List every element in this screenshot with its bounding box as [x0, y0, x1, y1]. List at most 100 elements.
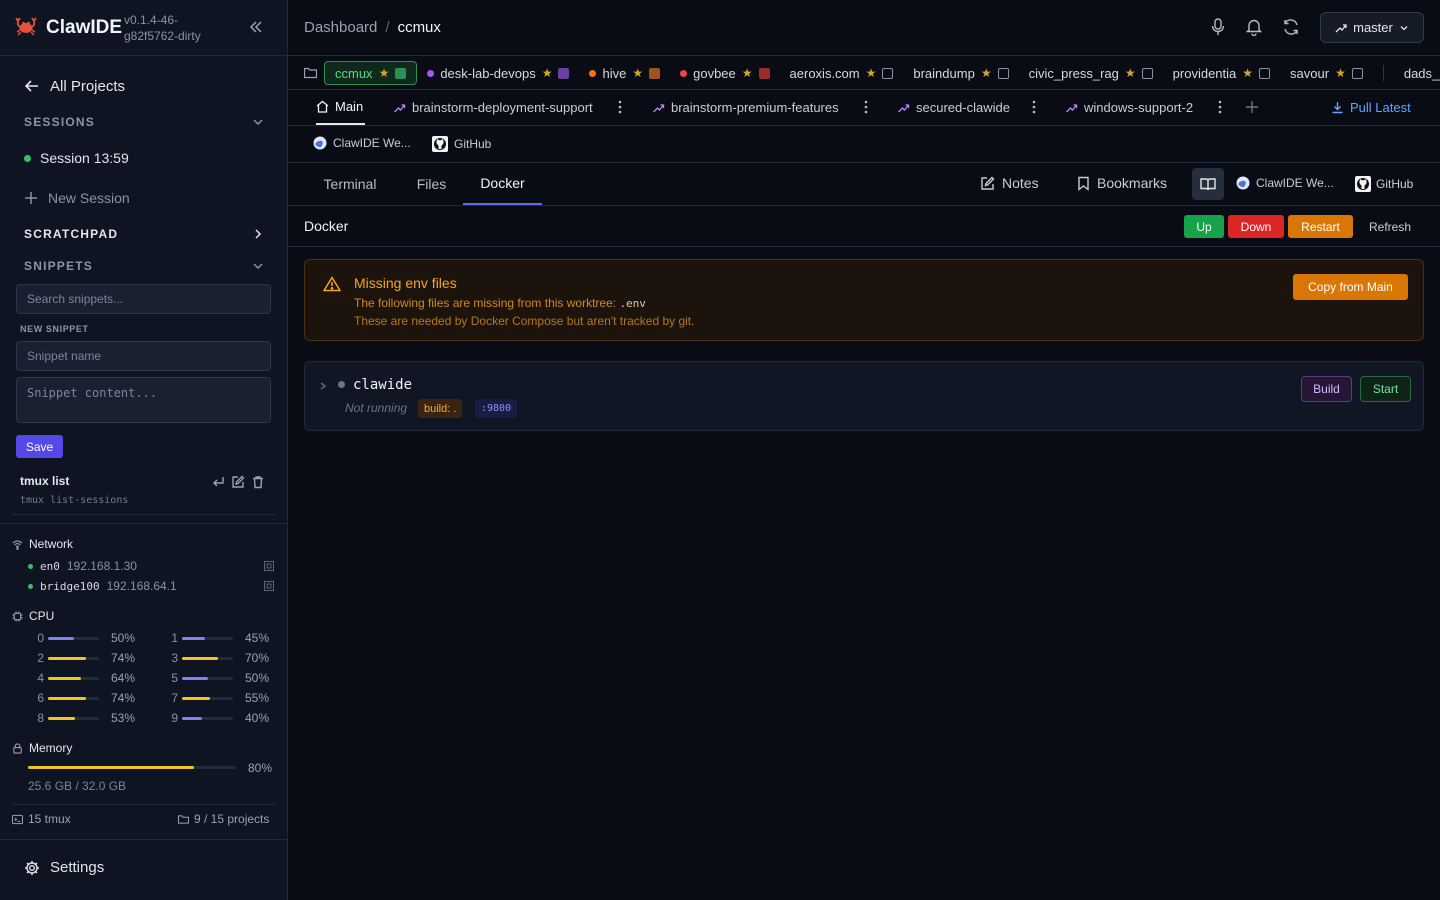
project-tab[interactable]: govbee ★	[670, 61, 779, 85]
service-start-button[interactable]: Start	[1360, 376, 1411, 402]
project-color-swatch[interactable]	[997, 67, 1009, 79]
app-version: v0.1.4-46-g82f5762-dirty	[124, 13, 201, 43]
refresh-icon[interactable]	[1282, 18, 1300, 36]
snippets-section-toggle[interactable]: SNIPPETS	[0, 254, 288, 278]
breadcrumb-separator: /	[385, 19, 390, 36]
cpu-core-bar	[48, 637, 99, 640]
sessions-section-toggle[interactable]: SESSIONS	[0, 110, 288, 134]
copy-from-main-button[interactable]: Copy from Main	[1293, 274, 1408, 300]
kebab-menu-icon[interactable]	[618, 100, 622, 114]
project-color-swatch[interactable]	[649, 67, 661, 79]
tab-branch[interactable]: brainstorm-deployment-support	[393, 90, 593, 125]
kebab-menu-icon[interactable]	[1032, 100, 1036, 114]
project-tab[interactable]: savour ★	[1280, 61, 1373, 85]
microphone-icon[interactable]	[1210, 18, 1226, 36]
tab-branch-main[interactable]: Main	[316, 90, 365, 125]
tab-branch[interactable]: secured-clawide	[897, 90, 1010, 125]
project-color-swatch[interactable]	[1141, 67, 1153, 79]
breadcrumb-dashboard[interactable]: Dashboard	[304, 19, 377, 36]
cpu-core-index: 8	[37, 711, 44, 725]
tab-files[interactable]: Files	[396, 163, 467, 205]
star-icon[interactable]: ★	[981, 66, 992, 80]
kebab-menu-icon[interactable]	[864, 100, 868, 114]
tab-terminal[interactable]: Terminal	[304, 163, 396, 205]
view-clawide-web[interactable]: ClawIDE We...	[1236, 176, 1334, 190]
view-github[interactable]: GitHub	[1355, 176, 1413, 192]
pull-latest-button[interactable]: Pull Latest	[1331, 100, 1411, 115]
notes-button[interactable]: Notes	[980, 175, 1039, 191]
star-icon[interactable]: ★	[1125, 66, 1136, 80]
service-build-button[interactable]: Build	[1301, 376, 1352, 402]
kebab-menu-icon[interactable]	[1218, 100, 1222, 114]
trash-icon[interactable]	[251, 475, 265, 489]
qr-code-icon[interactable]	[264, 561, 274, 571]
collapse-sidebar-icon[interactable]	[248, 19, 264, 35]
project-tab[interactable]: desk-lab-devops ★	[417, 61, 579, 85]
star-icon[interactable]: ★	[742, 66, 753, 80]
star-icon[interactable]: ★	[866, 66, 877, 80]
snippet-name-input[interactable]	[16, 341, 271, 371]
bookmarks-button[interactable]: Bookmarks	[1077, 175, 1167, 191]
new-session-label: New Session	[48, 190, 130, 206]
project-tab[interactable]: providentia ★	[1163, 61, 1280, 85]
cpu-core-bar	[48, 657, 99, 660]
cpu-core: 8 53%	[34, 711, 142, 725]
star-icon[interactable]: ★	[1335, 66, 1346, 80]
warning-message-text: The following files are missing from thi…	[354, 296, 617, 310]
project-tab[interactable]: civic_press_rag ★	[1019, 61, 1163, 85]
chevron-right-icon	[252, 228, 264, 240]
tab-branch[interactable]: brainstorm-premium-features	[652, 90, 839, 125]
chevron-right-icon[interactable]	[319, 381, 327, 391]
open-book-toggle[interactable]	[1192, 168, 1224, 200]
session-item[interactable]: Session 13:59	[0, 146, 288, 170]
warning-message: The following files are missing from thi…	[354, 296, 646, 310]
add-branch-icon[interactable]	[1245, 100, 1259, 114]
service-status-dot	[338, 381, 345, 388]
star-icon[interactable]: ★	[542, 66, 553, 80]
star-icon[interactable]: ★	[632, 66, 643, 80]
view-tabs: Terminal Files Docker Notes Bookmarks Cl…	[288, 163, 1440, 206]
memory-bar-fill	[28, 766, 195, 769]
compose-restart-button[interactable]: Restart	[1288, 215, 1353, 238]
cpu-core: 6 74%	[34, 691, 142, 705]
project-tab[interactable]: aeroxis.com ★	[780, 61, 904, 85]
bookmark-github[interactable]: GitHub	[432, 136, 491, 152]
project-color-swatch[interactable]	[558, 67, 570, 79]
star-icon[interactable]: ★	[379, 66, 390, 80]
scratchpad-section-toggle[interactable]: SCRATCHPAD	[0, 222, 288, 246]
snippet-content-input[interactable]	[16, 377, 271, 423]
star-icon[interactable]: ★	[1242, 66, 1253, 80]
project-tab[interactable]: dads_jou	[1394, 61, 1440, 85]
tab-docker[interactable]: Docker	[463, 163, 542, 205]
book-open-icon	[1200, 177, 1216, 191]
all-projects-link[interactable]: All Projects	[0, 74, 288, 98]
project-color-swatch[interactable]	[1259, 67, 1271, 79]
project-color-swatch[interactable]	[882, 67, 894, 79]
bookmark-clawide-web[interactable]: ClawIDE We...	[313, 136, 411, 150]
top-icons	[1210, 18, 1300, 36]
edit-icon[interactable]	[231, 475, 245, 489]
insert-icon[interactable]	[211, 475, 225, 489]
pencil-square-icon	[980, 176, 995, 191]
project-color-swatch[interactable]	[1351, 67, 1363, 79]
settings-button[interactable]: Settings	[24, 859, 104, 876]
project-color-swatch[interactable]	[395, 67, 407, 79]
project-tab[interactable]: ccmux ★	[324, 61, 418, 85]
save-snippet-button[interactable]: Save	[16, 435, 63, 458]
snippet-name[interactable]: tmux list	[20, 474, 69, 488]
project-tab[interactable]: hive ★	[579, 61, 670, 85]
tab-branch[interactable]: windows-support-2	[1065, 90, 1193, 125]
refresh-button[interactable]: Refresh	[1360, 215, 1420, 238]
qr-code-icon[interactable]	[264, 581, 274, 591]
divider	[12, 514, 275, 515]
compose-down-button[interactable]: Down	[1228, 215, 1284, 238]
cpu-header: CPU	[12, 609, 54, 623]
snippet-search-input[interactable]	[16, 284, 271, 314]
branch-selector[interactable]: master	[1320, 12, 1424, 43]
new-session-button[interactable]: New Session	[0, 186, 288, 210]
bell-icon[interactable]	[1246, 18, 1262, 36]
project-color-swatch[interactable]	[758, 67, 770, 79]
compose-up-button[interactable]: Up	[1184, 215, 1224, 238]
project-tab[interactable]: braindump ★	[903, 61, 1018, 85]
memory-icon	[12, 742, 23, 754]
